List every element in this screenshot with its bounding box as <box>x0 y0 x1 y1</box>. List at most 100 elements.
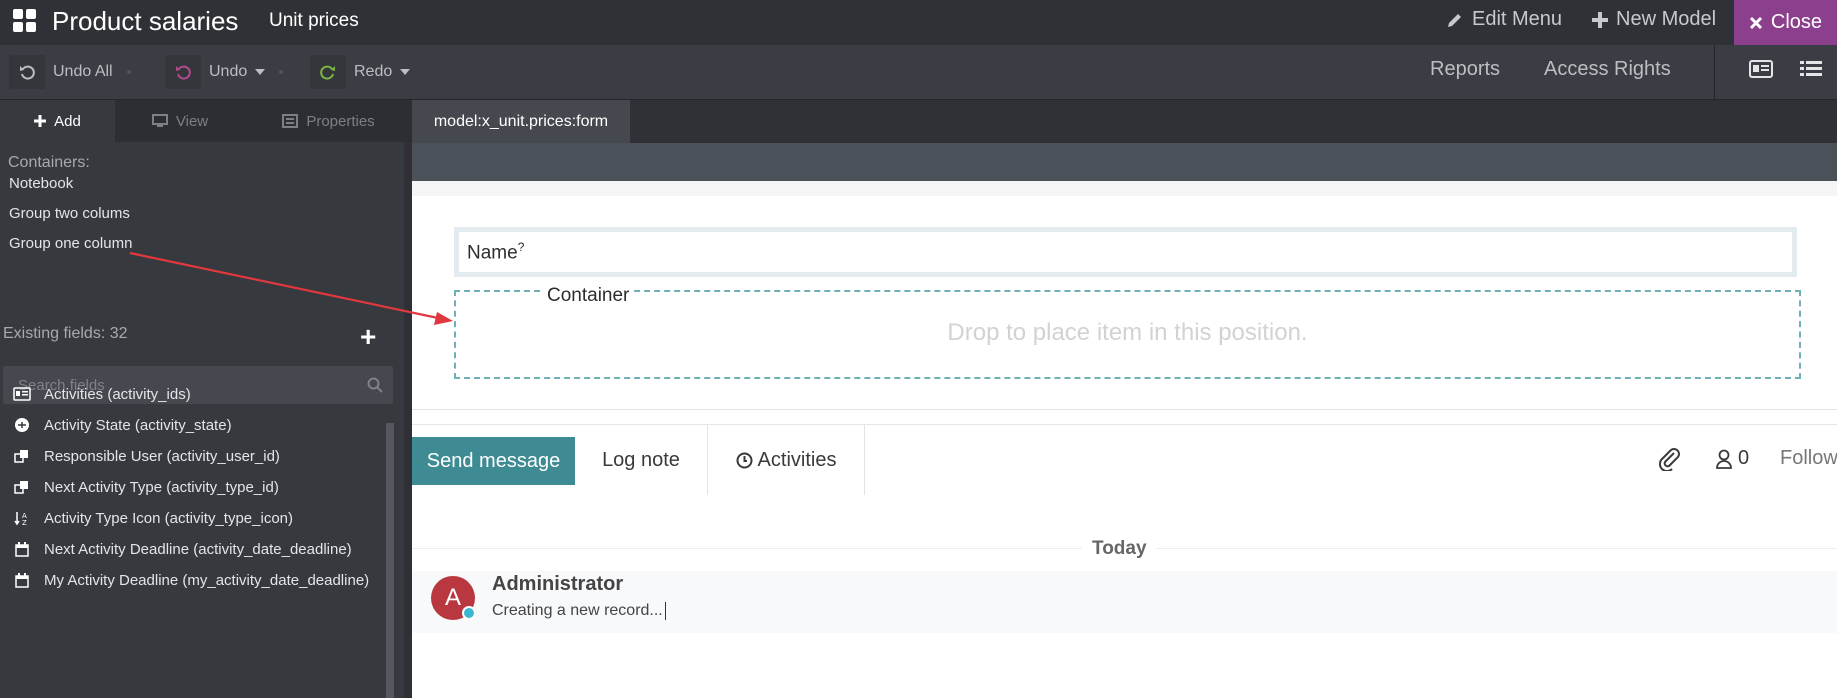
plus-icon <box>34 115 47 127</box>
calendar-icon <box>13 571 31 589</box>
many2one-icon <box>13 478 31 496</box>
online-status-icon <box>462 606 476 620</box>
name-field[interactable]: Name? <box>454 227 1797 277</box>
new-model-button[interactable]: New Model <box>1592 8 1716 31</box>
char-icon: AZ <box>13 509 31 527</box>
tab-add-label: Add <box>54 112 81 130</box>
field-label: My Activity Deadline (my_activity_date_d… <box>44 571 370 589</box>
id-card-icon <box>13 385 31 403</box>
field-item[interactable]: My Activity Deadline (my_activity_date_d… <box>13 568 369 592</box>
redo-button[interactable]: Redo <box>310 55 411 89</box>
log-note-button[interactable]: Log note <box>575 425 708 495</box>
redo-icon <box>320 65 335 80</box>
toolbar-divider <box>1714 45 1715 100</box>
field-item[interactable]: Activities (activity_ids) <box>13 382 191 406</box>
monitor-icon <box>151 114 168 127</box>
form-statusbar <box>412 143 1837 181</box>
reports-button[interactable]: Reports <box>1430 58 1500 81</box>
field-item[interactable]: Next Activity Type (activity_type_id) <box>13 475 279 499</box>
tab-view-label: View <box>175 112 209 130</box>
tab-add[interactable]: Add <box>0 100 115 142</box>
field-label: Activities (activity_ids) <box>44 385 191 403</box>
properties-icon <box>282 114 299 128</box>
date-label: Today <box>1082 538 1157 560</box>
edit-menu-button[interactable]: Edit Menu <box>1446 8 1562 31</box>
plus-icon <box>1592 11 1608 28</box>
activities-button[interactable]: Activities <box>708 425 865 495</box>
separator-dot <box>279 70 284 74</box>
add-field-button[interactable]: + <box>360 323 376 351</box>
undo-all-label: Undo All <box>53 63 113 80</box>
field-item[interactable]: Responsible User (activity_user_id) <box>13 444 280 468</box>
message-author[interactable]: Administrator <box>492 573 623 596</box>
field-item[interactable]: AZ Activity Type Icon (activity_type_ico… <box>13 506 293 530</box>
container-notebook[interactable]: Notebook <box>9 175 73 192</box>
list-view-icon[interactable] <box>1800 59 1822 84</box>
editor-tabs: model:x_unit.prices:form <box>412 100 1837 143</box>
tab-properties[interactable]: Properties <box>245 100 412 142</box>
edit-menu-label: Edit Menu <box>1472 8 1563 30</box>
field-list-scrollbar[interactable] <box>386 423 394 698</box>
many2one-icon <box>13 447 31 465</box>
top-navbar: Product salaries Unit prices Edit Menu N… <box>0 0 1837 45</box>
undo-all-button[interactable]: Undo All <box>9 55 131 89</box>
paperclip-icon[interactable] <box>1658 447 1681 476</box>
chevron-down-icon <box>400 69 411 75</box>
followers-count: 0 <box>1738 447 1750 469</box>
undo-icon <box>176 65 191 80</box>
clock-icon <box>736 452 753 468</box>
followers-button[interactable]: 0 <box>1716 447 1749 470</box>
redo-label: Redo <box>354 63 393 80</box>
tab-form-view[interactable]: model:x_unit.prices:form <box>412 100 630 143</box>
studio-sidebar: Add View Properties Containers: Notebook… <box>0 100 412 698</box>
selection-icon <box>13 416 31 434</box>
close-icon <box>1749 16 1762 29</box>
undo-icon <box>20 65 35 80</box>
app-title[interactable]: Product salaries <box>52 6 238 37</box>
chatter: Send message Log note Activities 0 Follo… <box>412 424 1837 698</box>
drop-hint: Drop to place item in this position. <box>947 319 1308 346</box>
field-label: Activity State (activity_state) <box>44 416 232 434</box>
message-body: Creating a new record... <box>492 602 666 620</box>
sidebar-tabs: Add View Properties <box>0 100 412 142</box>
separator-dot <box>126 70 131 74</box>
containers-heading: Containers: <box>8 154 90 171</box>
field-label: Responsible User (activity_user_id) <box>44 447 280 465</box>
close-label: Close <box>1770 11 1823 33</box>
search-icon <box>367 377 383 393</box>
calendar-icon <box>13 540 31 558</box>
container-label: Container <box>544 285 633 307</box>
apps-grid-icon[interactable] <box>13 9 37 33</box>
follow-button[interactable]: Follow <box>1780 447 1837 470</box>
undo-button[interactable]: Undo <box>165 55 284 89</box>
container-group-two-columns[interactable]: Group two colums <box>9 205 130 222</box>
new-model-label: New Model <box>1616 8 1717 30</box>
access-rights-button[interactable]: Access Rights <box>1544 58 1671 81</box>
view-editor: model:x_unit.prices:form Name? Container… <box>412 100 1837 698</box>
field-label: Activity Type Icon (activity_type_icon) <box>44 509 293 527</box>
field-label: Next Activity Type (activity_type_id) <box>44 478 279 496</box>
tab-properties-label: Properties <box>306 112 375 130</box>
field-item[interactable]: Next Activity Deadline (activity_date_de… <box>13 537 352 561</box>
field-label: Next Activity Deadline (activity_date_de… <box>44 540 352 558</box>
chatter-message: A Administrator Creating a new record... <box>412 571 1837 633</box>
container-drop-zone[interactable]: Container Drop to place item in this pos… <box>454 285 1801 379</box>
field-item[interactable]: Activity State (activity_state) <box>13 413 232 437</box>
container-group-one-column[interactable]: Group one column <box>9 235 132 252</box>
pencil-icon <box>1448 13 1461 27</box>
existing-fields-heading: Existing fields: 32 <box>3 325 128 342</box>
send-message-button[interactable]: Send message <box>412 437 575 485</box>
sidebar-scrollbar-track[interactable] <box>404 142 412 698</box>
user-icon <box>1716 449 1732 469</box>
studio-toolbar: Undo All Undo Redo Reports Access Rights <box>0 45 1837 100</box>
svg-text:Z: Z <box>22 519 27 526</box>
model-title[interactable]: Unit prices <box>269 10 359 32</box>
tab-view[interactable]: View <box>115 100 245 142</box>
undo-label: Undo <box>209 63 248 80</box>
name-label: Name? <box>467 240 525 264</box>
help-tooltip-icon[interactable]: ? <box>518 240 525 254</box>
activities-label: Activities <box>757 448 837 471</box>
close-button[interactable]: Close <box>1734 0 1837 45</box>
chevron-down-icon <box>255 69 266 75</box>
form-view-icon[interactable] <box>1749 59 1773 84</box>
